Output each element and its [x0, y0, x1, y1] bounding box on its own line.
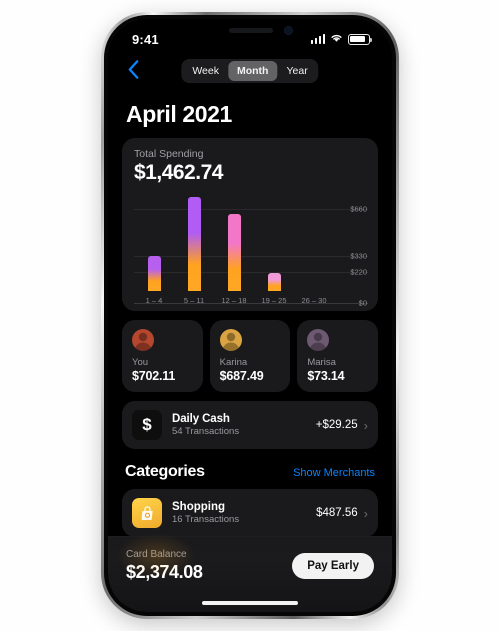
dollar-sign-icon: $ — [132, 410, 162, 440]
status-icons — [310, 30, 373, 48]
chevron-right-icon: › — [363, 505, 368, 521]
wifi-icon — [330, 30, 343, 48]
avatar-marisa-icon — [307, 329, 330, 351]
categories-title: Categories — [125, 463, 205, 480]
show-merchants-link[interactable]: Show Merchants — [293, 467, 375, 479]
chart-bars — [134, 191, 334, 291]
screenshot-stage: 9:41 Week Month Year April 2021 Total Sp… — [0, 0, 500, 631]
chart-x-tick-label: 5 – 11 — [183, 296, 205, 305]
chevron-left-icon — [128, 59, 138, 79]
person-card-marisa[interactable]: Marisa $73.14 — [297, 320, 379, 392]
total-spending-card[interactable]: Total Spending $1,462.74 $660 $330 $220 $0 … — [122, 138, 378, 311]
chart-bar-slot[interactable] — [254, 191, 294, 291]
chart-bar — [187, 197, 201, 291]
chart-x-axis-labels: 1 – 4 5 – 11 12 – 18 19 – 25 26 – 30 — [134, 296, 334, 305]
category-amount: $487.56 — [316, 507, 358, 519]
daily-cash-texts: Daily Cash 54 Transactions — [172, 413, 316, 437]
card-balance-texts: Card Balance $2,374.08 — [126, 549, 203, 583]
spending-bar-chart[interactable]: $660 $330 $220 $0 1 – 4 5 – 11 12 – 18 19 – 25… — [134, 191, 368, 308]
chart-bar-slot[interactable] — [134, 191, 174, 291]
main-content: April 2021 Total Spending $1,462.74 $660… — [108, 87, 392, 612]
total-spending-amount: $1,462.74 — [134, 161, 223, 184]
daily-cash-amount: +$29.25 — [315, 419, 358, 431]
person-amount: $687.49 — [219, 369, 264, 383]
chart-x-tick-label: 12 – 18 — [221, 296, 247, 305]
category-subtitle: 16 Transactions — [172, 514, 240, 525]
person-amount: $702.11 — [132, 369, 176, 383]
chart-bar — [267, 273, 281, 291]
category-row-shopping[interactable]: Shopping 16 Transactions $487.56 › — [122, 489, 378, 537]
chart-y-tick-label: $220 — [350, 267, 367, 277]
period-segmented-control[interactable]: Week Month Year — [181, 59, 319, 83]
page-title: April 2021 — [126, 101, 232, 127]
chart-bar-slot[interactable] — [174, 191, 214, 291]
card-balance-amount: $2,374.08 — [126, 562, 203, 582]
home-indicator[interactable] — [202, 601, 298, 605]
person-name: Karina — [219, 357, 248, 368]
card-balance-label: Card Balance — [126, 549, 187, 560]
person-name: You — [132, 357, 149, 368]
earpiece-speaker-icon — [229, 28, 273, 33]
chart-x-tick-label: 1 – 4 — [145, 296, 163, 305]
chart-bar — [227, 213, 241, 291]
chart-bar — [147, 256, 161, 291]
daily-cash-subtitle: 54 Transactions — [172, 426, 240, 437]
chart-y-tick-label: $0 — [358, 298, 367, 308]
person-card-you[interactable]: You $702.11 — [122, 320, 203, 392]
person-card-karina[interactable]: Karina $687.49 — [209, 320, 291, 392]
chart-y-tick-label: $330 — [350, 251, 367, 261]
daily-cash-row[interactable]: $ Daily Cash 54 Transactions +$29.25 › — [122, 401, 378, 449]
phone-screen: 9:41 Week Month Year April 2021 Total Sp… — [108, 19, 392, 612]
shopping-bag-icon — [132, 498, 162, 528]
chart-bar-slot[interactable] — [214, 191, 254, 291]
notch — [195, 19, 305, 43]
status-time: 9:41 — [132, 31, 159, 47]
daily-cash-title: Daily Cash — [172, 413, 230, 425]
chart-x-tick-label: 26 – 30 — [301, 296, 327, 305]
segment-week[interactable]: Week — [183, 61, 228, 81]
categories-header: Categories Show Merchants — [122, 463, 378, 481]
chart-x-tick-label: 19 – 25 — [261, 296, 287, 305]
category-texts: Shopping 16 Transactions — [172, 501, 316, 525]
category-title: Shopping — [172, 501, 226, 513]
chart-y-tick-label: $660 — [350, 204, 367, 214]
people-spending-row: You $702.11 Karina $687.49 Marisa $73.14 — [122, 320, 379, 392]
battery-icon — [348, 33, 373, 45]
person-name: Marisa — [307, 357, 336, 368]
chart-bar-slot[interactable] — [294, 191, 334, 291]
total-spending-label: Total Spending — [134, 148, 204, 160]
nav-bar: Week Month Year — [108, 51, 392, 87]
pay-early-button[interactable]: Pay Early — [292, 553, 374, 579]
person-amount: $73.14 — [307, 369, 345, 383]
avatar-you-icon — [132, 329, 154, 351]
chevron-right-icon: › — [363, 417, 368, 433]
back-button[interactable] — [122, 58, 144, 80]
segment-month[interactable]: Month — [227, 61, 278, 81]
front-camera-icon — [284, 26, 293, 35]
avatar-karina-icon — [219, 329, 242, 351]
segment-year[interactable]: Year — [277, 61, 316, 81]
signal-bars-icon — [310, 34, 325, 44]
